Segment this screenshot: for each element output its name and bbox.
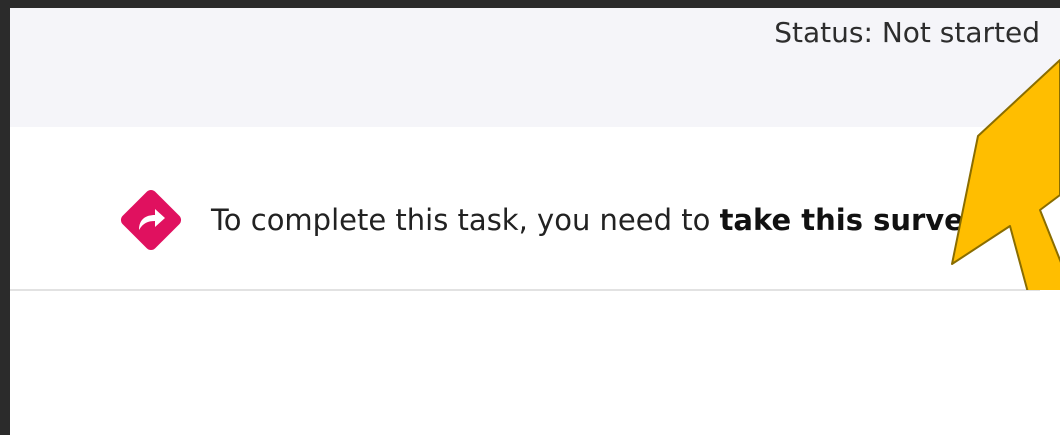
task-instruction-prefix: To complete this task, you need to bbox=[211, 203, 720, 237]
status-bar: Status: Not started bbox=[10, 8, 1060, 127]
section-divider bbox=[10, 289, 1040, 291]
pointer-arrow-icon bbox=[951, 59, 1060, 290]
survey-redirect-icon bbox=[120, 189, 182, 251]
task-instruction-text: To complete this task, you need to take … bbox=[211, 203, 983, 237]
task-instruction: To complete this task, you need to take … bbox=[115, 184, 983, 256]
task-panel: Status: Not started To complete this tas… bbox=[10, 8, 1060, 435]
status-label: Status: Not started bbox=[774, 16, 1040, 49]
